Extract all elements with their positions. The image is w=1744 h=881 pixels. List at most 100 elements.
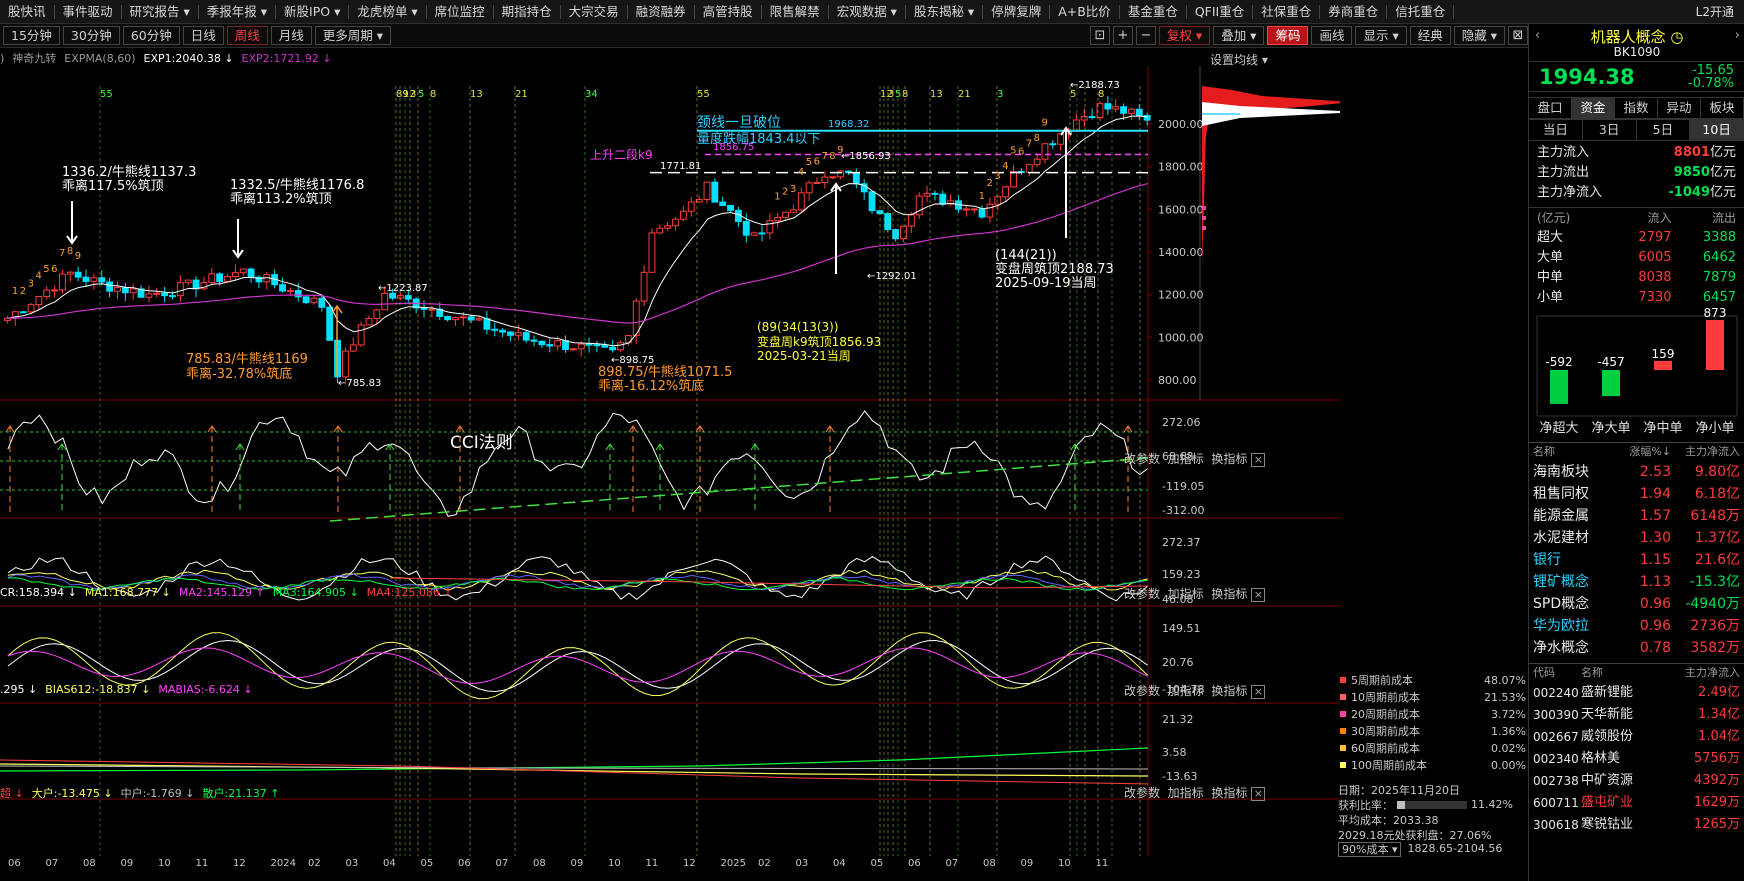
bias-switch-indicator[interactable]: 换指标 xyxy=(1211,684,1247,698)
stock-row[interactable]: 300390 天华新能 1.34亿 xyxy=(1529,704,1744,726)
nav-item[interactable]: 信托重仓 xyxy=(1387,0,1453,23)
quote-tab[interactable]: 板块 xyxy=(1701,98,1744,118)
sector-row[interactable]: SPD概念 0.96 -4940万 xyxy=(1529,593,1744,615)
sector-head-cell[interactable]: 主力净流入 xyxy=(1671,443,1740,461)
close-icon[interactable]: ⊠ xyxy=(1508,26,1528,45)
nav-item[interactable]: 期指持仓 xyxy=(494,0,560,23)
bias-add-indicator[interactable]: 加指标 xyxy=(1168,684,1204,698)
period-button[interactable]: 日线 xyxy=(182,26,224,45)
cr-add-indicator[interactable]: 加指标 xyxy=(1168,587,1204,601)
candle-body xyxy=(90,277,98,282)
nav-item[interactable]: 停牌复牌 xyxy=(983,0,1049,23)
nav-item[interactable]: 季报年报 ▾ xyxy=(199,0,275,23)
close-icon[interactable]: × xyxy=(1251,588,1266,602)
candle-body xyxy=(970,208,978,211)
cr-switch-indicator[interactable]: 换指标 xyxy=(1211,587,1247,601)
sector-head-cell[interactable]: 名称 xyxy=(1533,443,1615,461)
cci-switch-indicator[interactable]: 换指标 xyxy=(1211,452,1247,466)
sector-row[interactable]: 水泥建材 1.30 1.37亿 xyxy=(1529,527,1744,549)
toolbar-button[interactable]: 经典 xyxy=(1409,26,1451,45)
toolbar-button[interactable]: 筹码 xyxy=(1267,26,1309,45)
period-tab[interactable]: 10日 xyxy=(1690,120,1744,140)
nav-item[interactable]: 宏观数据 ▾ xyxy=(829,0,905,23)
nav-item[interactable]: 融资融券 xyxy=(628,0,694,23)
toolbar-button[interactable]: 画线 xyxy=(1311,26,1353,45)
sector-row[interactable]: 能源金属 1.57 6148万 xyxy=(1529,505,1744,527)
nav-item[interactable]: 事件驱动 xyxy=(55,0,121,23)
l2-open-link[interactable]: L2开通 xyxy=(1696,3,1744,20)
toolbar-button[interactable]: 显示 ▾ xyxy=(1355,26,1407,45)
stock-head-cell[interactable]: 主力净流入 xyxy=(1651,664,1740,682)
period-button[interactable]: 周线 xyxy=(226,26,268,45)
quote-tab[interactable]: 盘口 xyxy=(1529,98,1572,118)
cr-legend: CR:158.394 ↓ MA1:168.777 ↓ MA2:145.129 ↑ MA… xyxy=(0,586,453,599)
flow-label: 主力流出 xyxy=(1537,165,1590,180)
period-button[interactable]: 60分钟 xyxy=(122,26,180,45)
nav-item[interactable]: QFII重仓 xyxy=(1187,0,1252,23)
close-icon[interactable]: × xyxy=(1251,787,1266,801)
toolbar-button[interactable]: 复权 ▾ xyxy=(1158,26,1211,45)
nav-item[interactable]: A+B比价 xyxy=(1050,0,1119,23)
period-tab[interactable]: 3日 xyxy=(1583,120,1637,140)
lock-icon[interactable]: ⊡ xyxy=(1089,26,1110,45)
sector-row[interactable]: 华为欧拉 0.96 2736万 xyxy=(1529,615,1744,637)
quote-tab[interactable]: 异动 xyxy=(1658,98,1701,118)
nav-item[interactable]: 席位监控 xyxy=(427,0,493,23)
fib-number: 21 xyxy=(515,89,528,100)
period-tab[interactable]: 当日 xyxy=(1529,120,1583,140)
annotation: 2025-09-19当周 xyxy=(995,276,1097,291)
nav-item[interactable]: 龙虎榜单 ▾ xyxy=(349,0,425,23)
toolbar-button[interactable]: 隐藏 ▾ xyxy=(1453,26,1505,45)
stock-row[interactable]: 002667 威领股份 1.04亿 xyxy=(1529,726,1744,748)
stock-row[interactable]: 002340 格林美 5756万 xyxy=(1529,748,1744,770)
candle-body xyxy=(1088,116,1096,119)
nav-item[interactable]: 股东揭秘 ▾ xyxy=(906,0,982,23)
nav-item[interactable]: 社保重仓 xyxy=(1253,0,1319,23)
nav-item[interactable]: 新股IPO ▾ xyxy=(276,0,348,23)
plus-icon[interactable]: + xyxy=(1112,26,1133,45)
period-button[interactable]: 月线 xyxy=(270,26,312,45)
close-icon[interactable]: × xyxy=(1251,453,1266,467)
stock-head-cell[interactable]: 名称 xyxy=(1581,664,1651,682)
period-button[interactable]: 15分钟 xyxy=(3,26,60,45)
nav-item[interactable]: 高管持股 xyxy=(695,0,761,23)
quote-tab[interactable]: 资金 xyxy=(1572,98,1615,118)
nav-item[interactable]: 基金重仓 xyxy=(1120,0,1186,23)
cci-add-indicator[interactable]: 加指标 xyxy=(1168,452,1204,466)
minus-icon[interactable]: − xyxy=(1135,26,1156,45)
bias-edit-params[interactable]: 改参数 xyxy=(1124,684,1160,698)
quote-tab[interactable]: 指数 xyxy=(1615,98,1658,118)
stock-row[interactable]: 002240 盛新锂能 2.49亿 xyxy=(1529,682,1744,704)
nav-item[interactable]: 研究报告 ▾ xyxy=(122,0,198,23)
stock-row[interactable]: 002738 中矿资源 4392万 xyxy=(1529,770,1744,792)
toolbar-button[interactable]: 叠加 ▾ xyxy=(1213,26,1265,45)
sector-head-cell[interactable]: 涨幅%↓ xyxy=(1615,443,1671,461)
cap-edit-params[interactable]: 改参数 xyxy=(1124,786,1160,800)
nav-item[interactable]: 股快讯 xyxy=(0,0,54,23)
sector-row[interactable]: 银行 1.15 21.6亿 xyxy=(1529,549,1744,571)
sector-row[interactable]: 锂矿概念 1.13 -15.3亿 xyxy=(1529,571,1744,593)
nav-item[interactable]: 券商重仓 xyxy=(1320,0,1386,23)
cap-switch-indicator[interactable]: 换指标 xyxy=(1211,786,1247,800)
indicator-name[interactable]: 神奇九转 xyxy=(12,50,56,66)
sector-row[interactable]: 租售同权 1.94 6.18亿 xyxy=(1529,483,1744,505)
cap-add-indicator[interactable]: 加指标 xyxy=(1168,786,1204,800)
nine-count: 3 xyxy=(994,171,1000,182)
stock-head-cell[interactable]: 代码 xyxy=(1533,664,1581,682)
period-button[interactable]: 30分钟 xyxy=(62,26,120,45)
cci-edit-params[interactable]: 改参数 xyxy=(1124,452,1160,466)
sector-row[interactable]: 净水概念 0.78 3582万 xyxy=(1529,637,1744,659)
close-icon[interactable]: × xyxy=(1251,685,1266,699)
period-tab[interactable]: 5日 xyxy=(1637,120,1691,140)
chart-canvas[interactable]: 2000.001800.001600.001400.001200.001000.… xyxy=(0,66,1340,881)
stock-row[interactable]: 600711 盛屯矿业 1629万 xyxy=(1529,792,1744,814)
stock-row[interactable]: 300618 寒锐钴业 1265万 xyxy=(1529,814,1744,836)
nav-item[interactable]: 限售解禁 xyxy=(762,0,828,23)
cost-range-select[interactable]: 90%成本 ▾ xyxy=(1338,842,1402,857)
chevron-right-icon[interactable]: › xyxy=(1735,28,1740,43)
nav-item[interactable]: 大宗交易 xyxy=(561,0,627,23)
cr-edit-params[interactable]: 改参数 xyxy=(1124,587,1160,601)
period-button[interactable]: 更多周期 ▾ xyxy=(314,26,392,45)
sector-row[interactable]: 海南板块 2.53 9.80亿 xyxy=(1529,461,1744,483)
sector-cell: 0.96 xyxy=(1639,596,1671,612)
